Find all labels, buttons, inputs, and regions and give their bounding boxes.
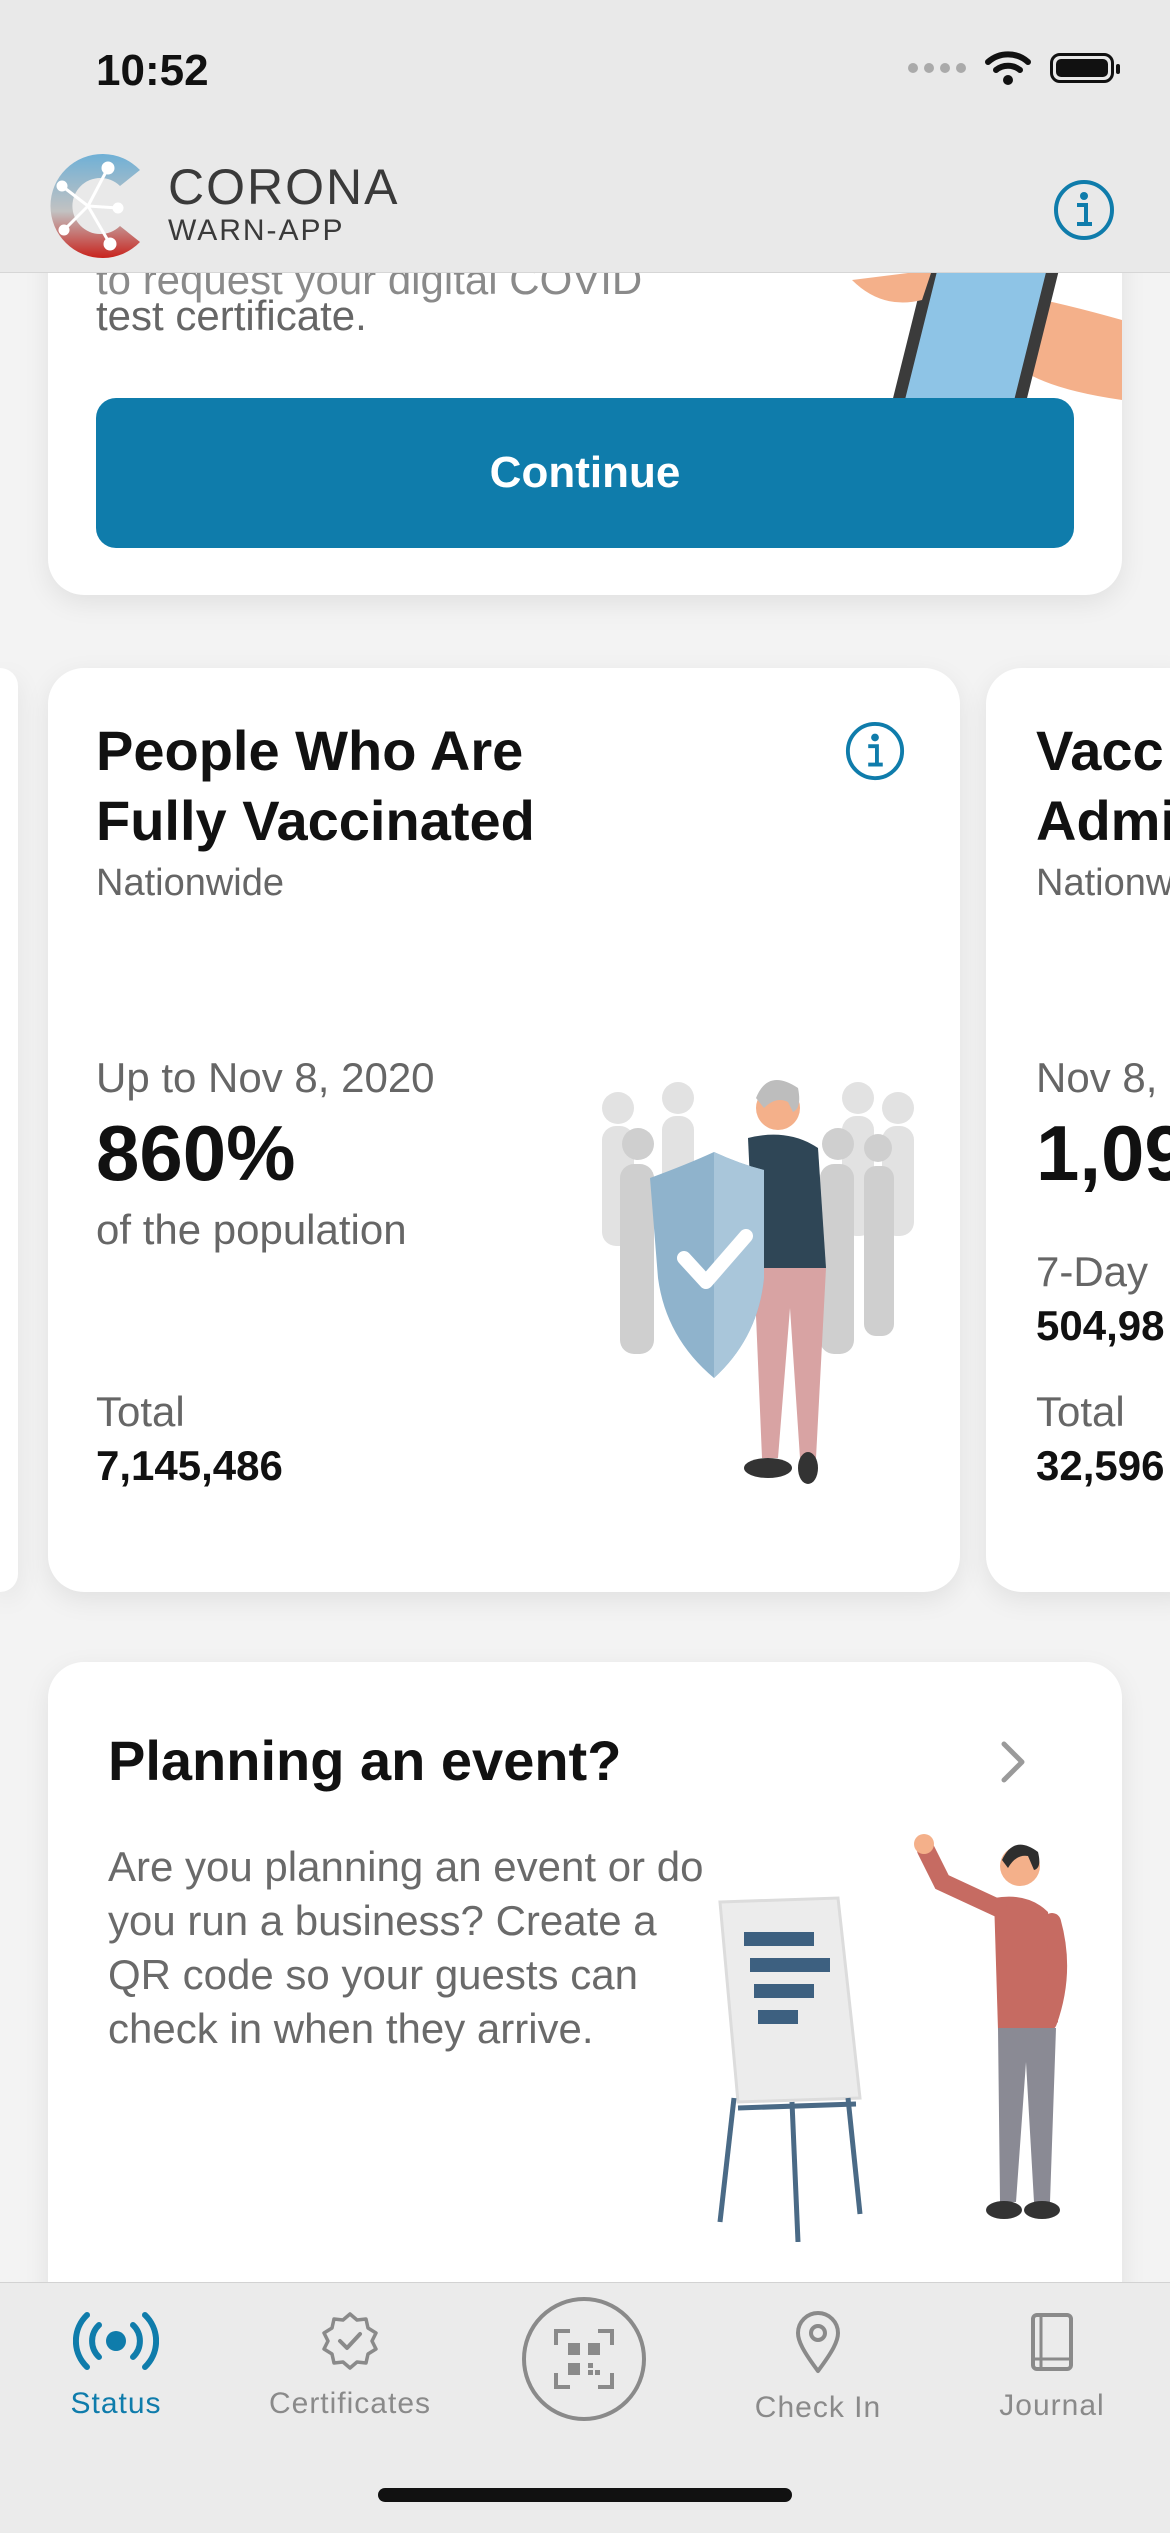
journal-book-icon (1031, 2313, 1073, 2371)
stat-description: of the population (96, 1206, 407, 1253)
brand-name: CORONA (168, 159, 400, 215)
tab-label: Certificates (268, 2387, 432, 2420)
tab-journal[interactable]: Journal (952, 2311, 1152, 2423)
stat-total-value: 7,145,486 (96, 1442, 283, 1489)
stat-title-line2: Fully Vaccinated (96, 789, 535, 852)
tab-check-in[interactable]: Check In (718, 2311, 918, 2425)
qr-scan-button[interactable] (522, 2297, 646, 2421)
stat-big-value: 1,09 (1036, 1109, 1170, 1197)
home-indicator[interactable] (378, 2488, 792, 2502)
battery-icon (1050, 53, 1120, 83)
stat-7day-label: 7-Day (1036, 1248, 1149, 1295)
status-time: 10:52 (96, 46, 209, 95)
corona-warn-app-logo (50, 154, 140, 258)
stat-title-line1: People Who Are (96, 719, 524, 782)
stat-date: Nov 8, (1036, 1054, 1158, 1101)
continue-button[interactable]: Continue (96, 398, 1074, 548)
tab-label: Check In (754, 2391, 882, 2424)
vaccinated-person-shield-illustration (602, 1080, 914, 1484)
stat-title: People Who Are Fully Vaccinated (96, 716, 535, 856)
statistic-card-vaccinations-administered[interactable]: Vacc Admi Nationw Nov 8, 1,09 7-Day 504,… (986, 668, 1170, 1592)
event-presenter-illustration (717, 1834, 1068, 2242)
info-icon[interactable] (844, 720, 906, 782)
stat-total-label: Total (1036, 1388, 1125, 1435)
brand-subtitle: WARN-APP (168, 214, 345, 247)
qr-scan-icon (554, 2329, 614, 2389)
stat-subtitle: Nationwide (96, 862, 284, 904)
tab-certificates[interactable]: Certificates (250, 2311, 450, 2421)
statistic-card-fully-vaccinated: People Who Are Fully Vaccinated Nationwi… (48, 668, 960, 1592)
wifi-icon (985, 51, 1031, 85)
tab-label: Journal (999, 2389, 1105, 2422)
cellular-signal-icon (908, 63, 966, 73)
stat-7day-value: 504,98 (1036, 1302, 1165, 1349)
top-bar: 10:52 CORONA WARN-APP (0, 0, 1170, 273)
event-card-title: Planning an event? (108, 1729, 622, 1792)
broadcast-icon (73, 2312, 159, 2370)
stat-date: Up to Nov 8, 2020 (96, 1054, 435, 1101)
stat-big-value: 860% (96, 1109, 296, 1197)
test-card-text: to request your digital COVID test certi… (96, 256, 642, 342)
event-card-description: Are you planning an event or do you run … (108, 1843, 704, 2052)
location-pin-icon (796, 2311, 840, 2373)
tab-label: Status (70, 2387, 162, 2420)
chevron-right-icon (1001, 1741, 1025, 1783)
certificate-badge-icon (322, 2312, 378, 2370)
stat-total-value: 32,596 (1036, 1442, 1165, 1489)
info-icon[interactable] (1052, 178, 1116, 242)
stat-title: Vacc Admi (1036, 716, 1170, 856)
previous-statistic-card-edge[interactable] (0, 668, 18, 1592)
stat-total-label: Total (96, 1388, 185, 1435)
stat-title-line1: Vacc (1036, 719, 1164, 782)
stat-title-line2: Admi (1036, 789, 1170, 852)
status-icons (908, 50, 1120, 86)
stat-subtitle: Nationw (1036, 862, 1170, 904)
tab-status[interactable]: Status (16, 2311, 216, 2421)
